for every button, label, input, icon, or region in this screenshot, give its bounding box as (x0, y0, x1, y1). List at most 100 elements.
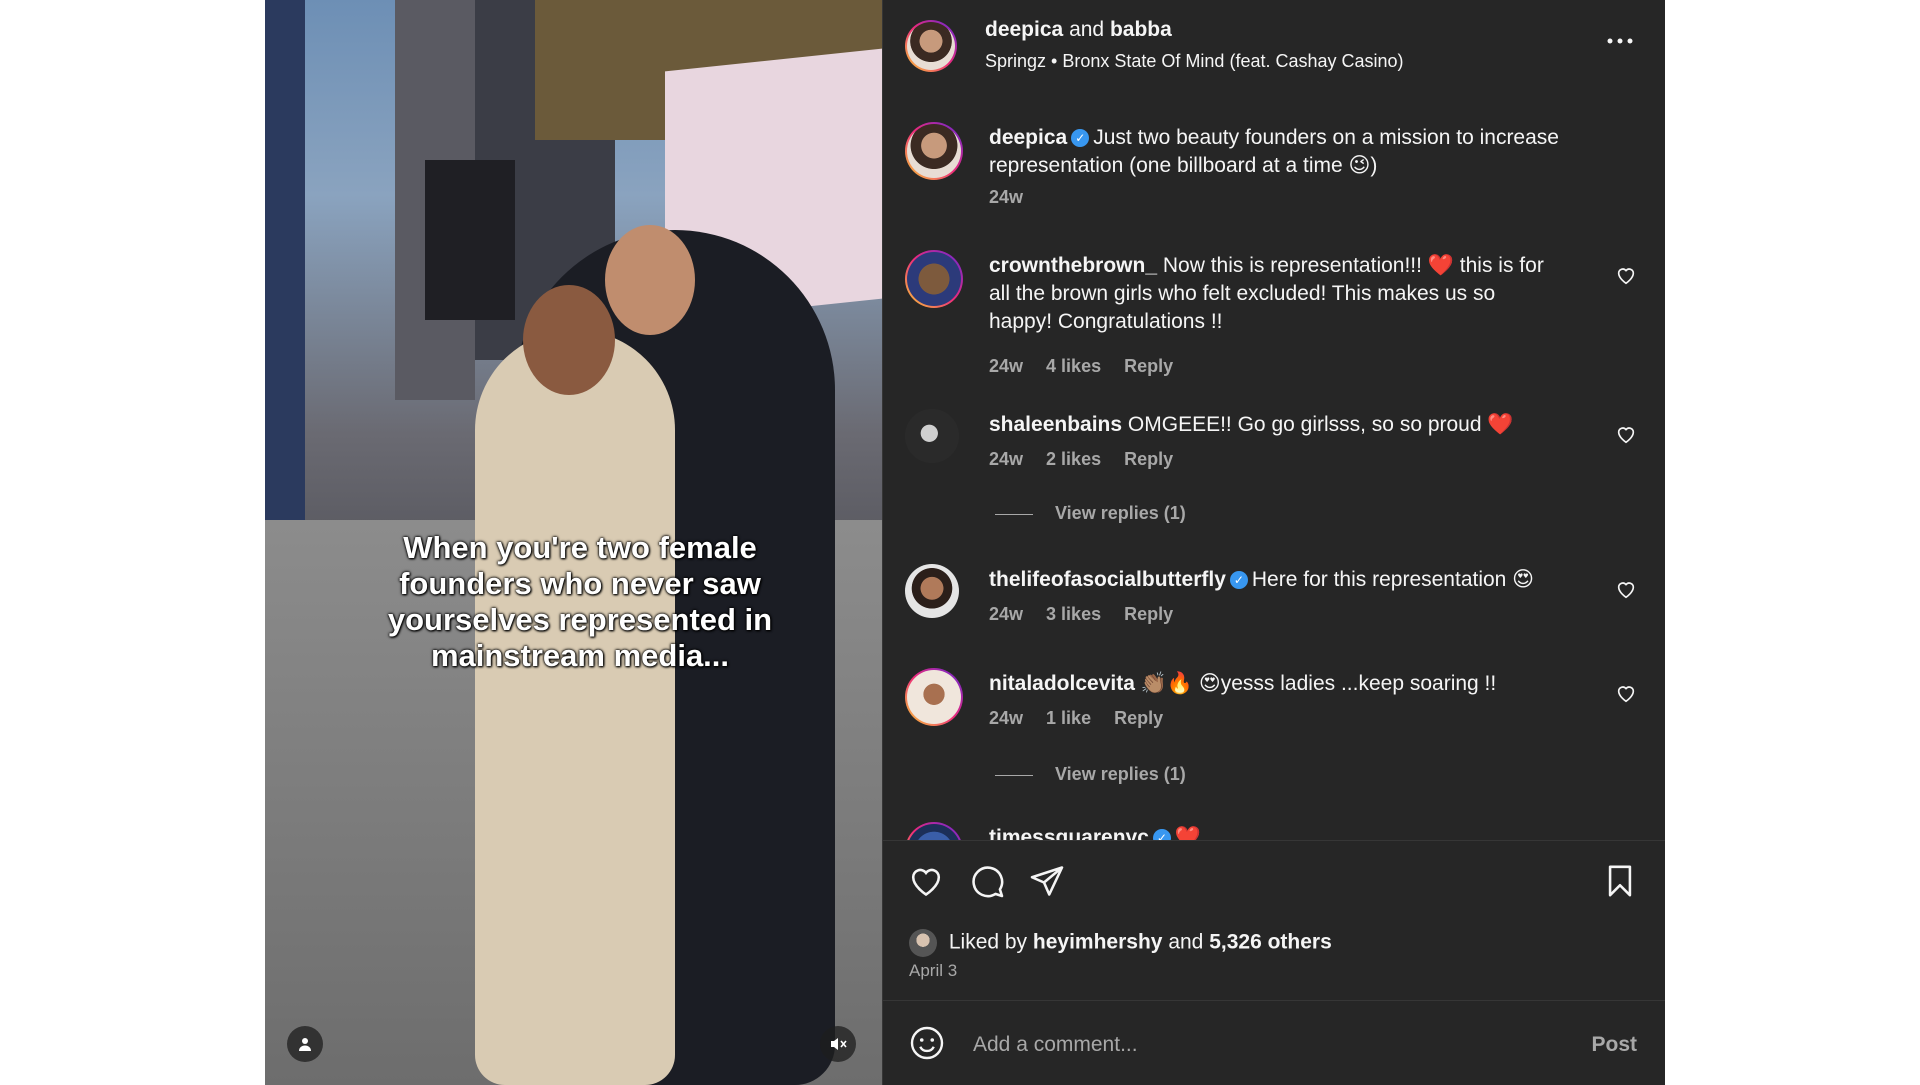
post-date[interactable]: April 3 (909, 961, 957, 981)
comment-time: 24w (989, 604, 1024, 624)
collab-avatar[interactable] (905, 20, 957, 72)
avatar[interactable] (905, 668, 963, 726)
caption-text: deepica ✓ Just two beauty founders on a mi… (989, 124, 1599, 180)
liked-and: and (1168, 930, 1204, 954)
post-video[interactable]: When you're two female founders who neve… (265, 0, 882, 1085)
likes-summary[interactable]: Liked by heyimhershy and 5,326 others (909, 929, 1332, 957)
audio-info[interactable]: Springz • Bronx State Of Mind (feat. Cas… (985, 51, 1404, 72)
caption-username[interactable]: deepica (989, 126, 1067, 149)
comment-body: Here for this representation 😍 (1251, 568, 1535, 591)
verified-icon: ✓ (1071, 129, 1090, 148)
add-comment-input[interactable] (971, 1029, 1555, 1061)
header-usernames: deepica and babba (985, 18, 1172, 42)
comments-list[interactable]: deepica ✓ Just two beauty founders on a mi… (883, 104, 1665, 840)
add-comment-bar: Post (883, 1000, 1665, 1085)
comment-time: 24w (989, 708, 1024, 728)
audio-title: Bronx State Of Mind (feat. Cashay Casino… (1062, 51, 1404, 71)
avatar[interactable] (905, 122, 963, 180)
comment-meta: 24w 3 likes Reply (989, 604, 1191, 625)
face (605, 225, 695, 335)
person-cream-outfit (475, 330, 675, 1085)
liked-by-user[interactable]: heyimhershy (1033, 931, 1163, 954)
comment-icon (972, 866, 1004, 898)
comment-time: 24w (989, 449, 1024, 469)
comment-meta: 24w 2 likes Reply (989, 449, 1191, 470)
like-comment-icon[interactable] (1615, 682, 1637, 704)
verified-icon: ✓ (1152, 829, 1171, 840)
post-modal: When you're two female founders who neve… (265, 0, 1665, 1085)
audio-separator: • (1051, 51, 1058, 71)
comment-text: crownthebrown_ Now this is representatio… (989, 252, 1549, 336)
caption-time: 24w (989, 187, 1024, 207)
comment-text: timessquarenyc ✓ ❤️ (989, 824, 1599, 840)
comment-username[interactable]: thelifeofasocialbutterfly (989, 568, 1226, 591)
audio-artist: Springz (985, 51, 1047, 71)
user-tag-icon (299, 1038, 311, 1051)
save-button[interactable] (1603, 863, 1637, 904)
post-side-panel: deepica and babba Springz • Bronx State … (882, 0, 1665, 1085)
building-left (265, 0, 305, 520)
like-comment-icon[interactable] (1615, 578, 1637, 600)
billboard-dark (425, 160, 515, 320)
comment-likes[interactable]: 3 likes (1046, 604, 1101, 624)
header-username-1[interactable]: deepica (985, 18, 1063, 41)
comment-username[interactable]: nitaladolcevita (989, 672, 1135, 695)
comment-text: thelifeofasocialbutterfly ✓ Here for this … (989, 566, 1569, 594)
liked-others[interactable]: 5,326 others (1209, 931, 1332, 954)
comment-item: shaleenbains OMGEEE!! Go go girlsss, so … (883, 409, 1665, 529)
post-comment-button[interactable]: Post (1591, 1033, 1637, 1057)
comment-item: nitaladolcevita 👏🏽🔥 😍yesss ladies ...kee… (883, 668, 1665, 788)
emoji-button[interactable] (909, 1025, 945, 1066)
header-and: and (1069, 18, 1105, 41)
mute-button[interactable] (820, 1026, 856, 1062)
reply-button[interactable]: Reply (1124, 356, 1173, 376)
heart-icon (911, 868, 941, 897)
header-username-2[interactable]: babba (1110, 18, 1172, 41)
caption-meta: 24w (989, 187, 1041, 208)
share-icon (1030, 866, 1064, 896)
reply-button[interactable]: Reply (1114, 708, 1163, 728)
comment-likes[interactable]: 2 likes (1046, 449, 1101, 469)
avatar[interactable] (905, 409, 959, 463)
comment-meta: 24w 1 like Reply (989, 708, 1181, 729)
avatar[interactable] (905, 564, 959, 618)
more-options-button[interactable] (1607, 32, 1633, 50)
comment-username[interactable]: shaleenbains (989, 413, 1122, 436)
liked-by-prefix: Liked by (948, 930, 1028, 954)
comment-item: timessquarenyc ✓ ❤️ (883, 822, 1665, 840)
like-comment-icon[interactable] (1615, 423, 1637, 445)
avatar[interactable] (905, 250, 963, 308)
user-tag-button[interactable] (287, 1026, 323, 1062)
view-replies-button[interactable]: View replies (1) (995, 764, 1186, 785)
comment-likes[interactable]: 4 likes (1046, 356, 1101, 376)
reply-button[interactable]: Reply (1124, 449, 1173, 469)
post-header: deepica and babba Springz • Bronx State … (883, 0, 1665, 90)
emoji-icon (910, 1026, 944, 1060)
comment-item: crownthebrown_ Now this is representatio… (883, 250, 1665, 380)
comment-likes[interactable]: 1 like (1046, 708, 1091, 728)
comment-body: 👏🏽🔥 😍yesss ladies ...keep soaring !! (1140, 672, 1497, 695)
comment-username[interactable]: crownthebrown_ (989, 254, 1157, 277)
verified-icon: ✓ (1229, 571, 1248, 590)
post-caption: deepica ✓ Just two beauty founders on a mi… (883, 122, 1665, 222)
comment-username[interactable]: timessquarenyc (989, 826, 1149, 840)
comment-body: OMGEEE!! Go go girlsss, so so proud ❤️ (1127, 413, 1514, 436)
comment-meta: 24w 4 likes Reply (989, 356, 1191, 377)
like-button[interactable] (907, 863, 945, 904)
like-comment-icon[interactable] (1615, 264, 1637, 286)
comment-text: nitaladolcevita 👏🏽🔥 😍yesss ladies ...kee… (989, 670, 1549, 698)
view-replies-button[interactable]: View replies (1) (995, 503, 1186, 524)
more-icon (1607, 38, 1633, 44)
face (523, 285, 615, 395)
comment-button[interactable] (969, 863, 1005, 904)
comment-text: shaleenbains OMGEEE!! Go go girlsss, so … (989, 411, 1549, 439)
video-caption: When you're two female founders who neve… (387, 530, 773, 673)
liker-avatar (909, 929, 937, 957)
comment-time: 24w (989, 356, 1024, 376)
avatar[interactable] (905, 822, 963, 840)
reply-button[interactable]: Reply (1124, 604, 1173, 624)
bookmark-icon (1608, 865, 1632, 897)
share-button[interactable] (1029, 863, 1065, 904)
comment-item: thelifeofasocialbutterfly ✓ Here for this … (883, 564, 1665, 644)
comment-body: ❤️ (1174, 826, 1202, 840)
